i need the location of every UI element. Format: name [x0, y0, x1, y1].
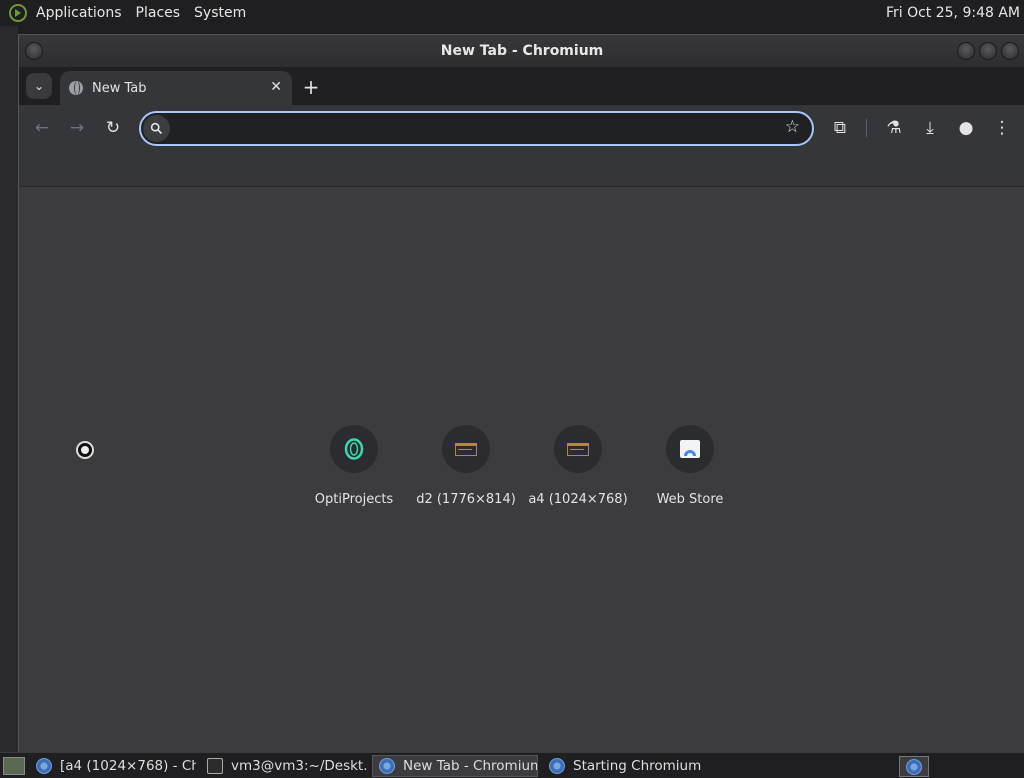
task-starting-chromium[interactable]: Starting Chromium — [543, 755, 709, 777]
desktop-background — [0, 26, 18, 752]
chromium-icon — [379, 757, 395, 774]
task-new-tab-chromium[interactable]: New Tab - Chromium — [372, 754, 538, 777]
plus-icon: + — [302, 75, 320, 99]
toolbar-divider — [866, 119, 867, 137]
tab-strip: ⌄ New Tab ✕ + — [19, 67, 1024, 105]
optiprojects-icon — [330, 425, 378, 473]
reload-button[interactable]: ↻ — [101, 116, 125, 140]
maximize-button[interactable] — [979, 42, 997, 60]
task-label: Starting Chromium — [573, 757, 702, 774]
tray-chromium-button[interactable] — [899, 756, 929, 777]
tab-new-tab[interactable]: New Tab ✕ — [60, 71, 292, 105]
task-label: New Tab - Chromium — [403, 757, 538, 774]
close-window-button[interactable] — [1001, 42, 1019, 60]
window-menu-button[interactable] — [25, 42, 43, 60]
bottom-taskbar: [a4 (1024×768) - Ch... vm3@vm3:~/Deskt..… — [0, 752, 1024, 778]
page-thumb-icon — [442, 425, 490, 473]
window-titlebar[interactable]: New Tab - Chromium — [19, 35, 1024, 67]
shortcut-web-store[interactable]: Web Store — [634, 425, 746, 515]
flask-icon: ⚗ — [886, 118, 902, 138]
back-button[interactable]: ← — [30, 116, 54, 140]
system-menu[interactable]: System — [187, 0, 253, 26]
arrow-left-icon: ← — [34, 118, 50, 138]
shortcut-label: Web Store — [656, 492, 724, 507]
downloads-button[interactable]: ⤓ — [918, 116, 942, 140]
globe-icon — [69, 81, 83, 95]
task-terminal[interactable]: vm3@vm3:~/Deskt... — [201, 755, 367, 777]
arrow-right-icon: → — [69, 118, 85, 138]
omnibox[interactable]: ☆ — [139, 111, 814, 146]
profile-button[interactable]: ● — [954, 116, 978, 140]
bookmark-star-icon[interactable]: ☆ — [785, 117, 800, 137]
show-desktop-button[interactable] — [3, 756, 25, 775]
page-thumb-icon — [554, 425, 602, 473]
shortcut-label: OptiProjects — [314, 492, 394, 507]
forward-button[interactable]: → — [65, 116, 89, 140]
browser-toolbar: ← → ↻ ☆ ⧉ ⚗ ⤓ ● ⋮ — [19, 105, 1024, 151]
new-tab-page: OptiProjects d2 (1776×814) a4 (1024×768)… — [19, 187, 1024, 753]
chromium-icon — [906, 758, 922, 775]
task-label: vm3@vm3:~/Deskt... — [231, 757, 367, 774]
kebab-menu-icon: ⋮ — [993, 118, 1011, 138]
tab-search-button[interactable]: ⌄ — [26, 73, 52, 99]
extensions-button[interactable]: ⧉ — [828, 116, 852, 140]
web-store-icon — [666, 425, 714, 473]
distro-logo-icon[interactable] — [9, 4, 27, 22]
applications-menu[interactable]: Applications — [29, 0, 129, 26]
shortcut-label: a4 (1024×768) — [528, 492, 628, 507]
task-a4-chromium[interactable]: [a4 (1024×768) - Ch... — [30, 755, 196, 777]
chrome-menu-button[interactable]: ⋮ — [990, 116, 1014, 140]
terminal-icon — [207, 757, 223, 774]
tab-close-icon[interactable]: ✕ — [270, 79, 282, 95]
chromium-window: New Tab - Chromium ⌄ New Tab ✕ + ← → ↻ ☆… — [18, 34, 1024, 753]
shortcut-optiprojects[interactable]: OptiProjects — [298, 425, 410, 515]
shortcut-label: d2 (1776×814) — [416, 492, 516, 507]
chromium-icon — [549, 757, 565, 774]
shortcut-d2[interactable]: d2 (1776×814) — [410, 425, 522, 515]
places-menu[interactable]: Places — [129, 0, 188, 26]
download-icon: ⤓ — [926, 118, 934, 138]
chevron-down-icon: ⌄ — [33, 79, 45, 93]
task-label: [a4 (1024×768) - Ch... — [60, 757, 196, 774]
tab-label: New Tab — [92, 80, 147, 96]
new-tab-button[interactable]: + — [299, 75, 323, 99]
profile-icon: ● — [958, 118, 974, 138]
window-title: New Tab - Chromium — [440, 43, 604, 59]
search-icon — [143, 115, 170, 142]
minimize-button[interactable] — [957, 42, 975, 60]
shortcut-a4[interactable]: a4 (1024×768) — [522, 425, 634, 515]
top-panel: Applications Places System Fri Oct 25, 9… — [0, 0, 1024, 26]
puzzle-icon: ⧉ — [833, 118, 847, 138]
busy-cursor-icon — [76, 441, 94, 459]
bookmark-bar — [19, 151, 1024, 187]
address-input[interactable] — [175, 113, 765, 144]
reload-icon: ↻ — [105, 118, 121, 138]
panel-clock[interactable]: Fri Oct 25, 9:48 AM — [886, 0, 1020, 26]
labs-button[interactable]: ⚗ — [882, 116, 906, 140]
chromium-icon — [36, 757, 52, 774]
